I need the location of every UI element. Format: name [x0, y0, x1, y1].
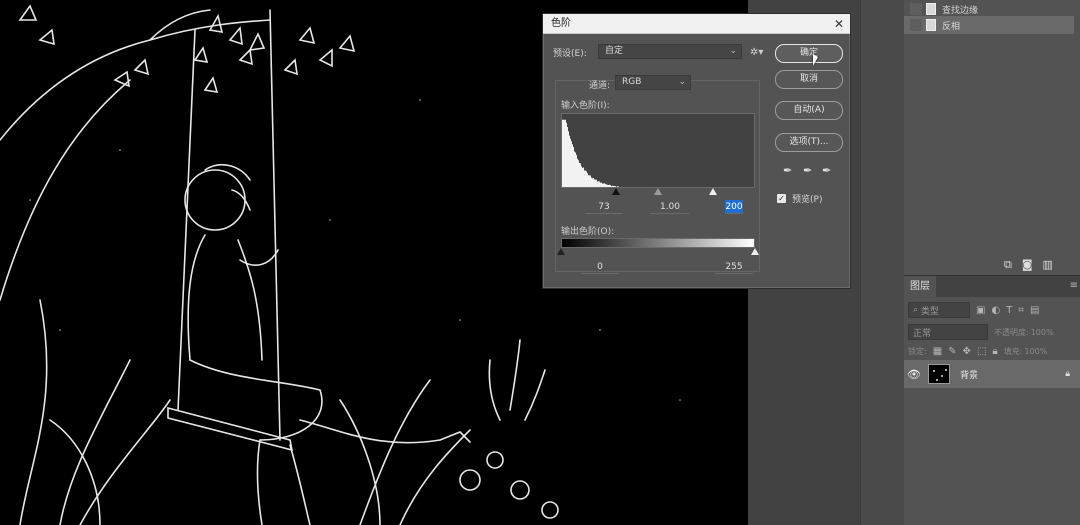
fill-value[interactable]: 100% [1024, 347, 1047, 356]
history-item-invert[interactable]: 反相 [904, 16, 1074, 34]
dialog-title: 色阶 [551, 18, 571, 29]
channel-label: 通道: [589, 78, 610, 91]
panel-menu-icon[interactable]: ≡ [1070, 280, 1078, 291]
history-item-label: 查找边缘 [942, 3, 978, 16]
opacity-value[interactable]: 100% [1031, 328, 1054, 337]
fill-label: 填充: [1004, 346, 1023, 357]
histogram-shape [562, 120, 755, 188]
camera-icon[interactable]: ◙ [1022, 258, 1033, 272]
output-max-field[interactable]: 255 [715, 260, 753, 274]
trash-icon[interactable]: ▥ [1043, 258, 1053, 272]
history-footer: ⧉ ◙ ▥ [1004, 258, 1053, 272]
white-eyedropper-icon[interactable]: ✒ [822, 164, 831, 177]
output-black-handle[interactable] [557, 248, 565, 255]
gray-eyedropper-icon[interactable]: ✒ [803, 164, 812, 177]
filter-placeholder: 类型 [921, 304, 939, 317]
levels-dialog: 色阶 ✕ 预设(E): 自定 ⌄ ✲▾ 通道: RGB ⌄ 输入色阶(I): 7… [542, 13, 851, 289]
tab-layers[interactable]: 图层 [904, 276, 936, 298]
preview-checkbox-row[interactable]: ✓ 预览(P) [777, 192, 822, 205]
channel-select[interactable]: RGB ⌄ [615, 75, 691, 90]
layer-lock-row: 锁定: ▦ ✎ ✥ ⬚ 🔒︎ 填充: 100% [904, 340, 1080, 362]
output-levels-label: 输出色阶(O): [561, 224, 614, 237]
blend-mode-value: 正常 [913, 326, 931, 339]
lock-position-icon[interactable]: ✥ [963, 346, 971, 357]
filter-smart-icon[interactable]: ▤ [1030, 305, 1039, 316]
lock-pixels-icon[interactable]: ▦ [933, 346, 942, 357]
filter-pixel-icon[interactable]: ▣ [976, 305, 985, 316]
midtone-input-field[interactable]: 1.00 [651, 200, 689, 214]
preset-value: 自定 [605, 46, 623, 56]
history-item-label: 反相 [942, 19, 960, 32]
document-icon [926, 3, 936, 15]
options-button[interactable]: 选项(T)... [775, 133, 843, 152]
filter-shape-icon[interactable]: ⌗ [1018, 305, 1024, 316]
lock-paint-icon[interactable]: ✎ [948, 346, 956, 357]
output-min-field[interactable]: 0 [581, 260, 619, 274]
preview-checkbox[interactable]: ✓ [777, 194, 786, 203]
chevron-down-icon: ⌄ [729, 45, 737, 58]
preview-label: 预览(P) [792, 192, 822, 205]
layer-thumbnail [928, 364, 950, 384]
highlight-input-field[interactable]: 200 [725, 200, 743, 214]
input-levels-slider[interactable] [561, 188, 755, 198]
blend-mode-select[interactable]: 正常 [908, 324, 988, 340]
layers-tabbar: 图层 ≡ [904, 275, 1080, 297]
dialog-titlebar[interactable]: 色阶 ✕ [543, 14, 850, 34]
panel-dock-strip [860, 0, 904, 525]
lock-label: 锁定: [908, 346, 927, 357]
histogram-plot [562, 114, 755, 188]
highlight-slider-handle[interactable] [709, 188, 717, 195]
histogram [561, 113, 755, 188]
channel-value: RGB [622, 77, 641, 87]
output-levels-slider[interactable] [561, 248, 755, 258]
lock-all-icon[interactable]: 🔒︎ [992, 346, 997, 357]
search-icon: ⌕ [913, 305, 918, 315]
output-gradient-bar [561, 238, 755, 248]
layer-filter-field[interactable]: ⌕ 类型 [908, 302, 970, 318]
right-panel-dock: 查找边缘 反相 ⧉ ◙ ▥ 图层 ≡ ⌕ 类型 ▣ ◐ T ⌗ ▤ 正常 不透明… [904, 0, 1080, 525]
preset-select[interactable]: 自定 ⌄ [598, 44, 742, 59]
layer-name[interactable]: 背景 [960, 368, 978, 381]
document-icon [926, 19, 936, 31]
opacity-label: 不透明度: [994, 327, 1029, 338]
shadow-slider-handle[interactable] [612, 188, 620, 195]
output-white-handle[interactable] [751, 248, 759, 255]
shadow-input-field[interactable]: 73 [585, 200, 623, 214]
layer-filter-row: ⌕ 类型 ▣ ◐ T ⌗ ▤ [904, 299, 1080, 321]
gear-icon[interactable]: ✲▾ [750, 47, 763, 58]
history-state-box [910, 19, 922, 31]
input-levels-label: 输入色阶(I): [561, 98, 610, 111]
lock-artboard-icon[interactable]: ⬚ [977, 346, 986, 357]
new-snapshot-icon[interactable]: ⧉ [1004, 258, 1012, 272]
auto-button[interactable]: 自动(A) [775, 101, 843, 120]
history-state-box [910, 3, 922, 15]
preset-label: 预设(E): [553, 46, 587, 59]
ok-button[interactable]: 确定 [775, 44, 843, 63]
visibility-eye-icon[interactable]: 👁︎ [904, 368, 924, 381]
cancel-button[interactable]: 取消 [775, 70, 843, 89]
filter-type-icon[interactable]: T [1006, 305, 1012, 316]
lock-icon: 🔒︎ [1065, 369, 1070, 379]
mouse-cursor-icon [813, 54, 818, 66]
black-eyedropper-icon[interactable]: ✒ [783, 164, 792, 177]
close-icon[interactable]: ✕ [834, 14, 844, 34]
filter-adjustment-icon[interactable]: ◐ [991, 305, 1000, 316]
chevron-down-icon: ⌄ [678, 76, 686, 89]
layer-row-background[interactable]: 👁︎ 背景 🔒︎ [904, 360, 1080, 388]
midtone-slider-handle[interactable] [654, 188, 662, 195]
